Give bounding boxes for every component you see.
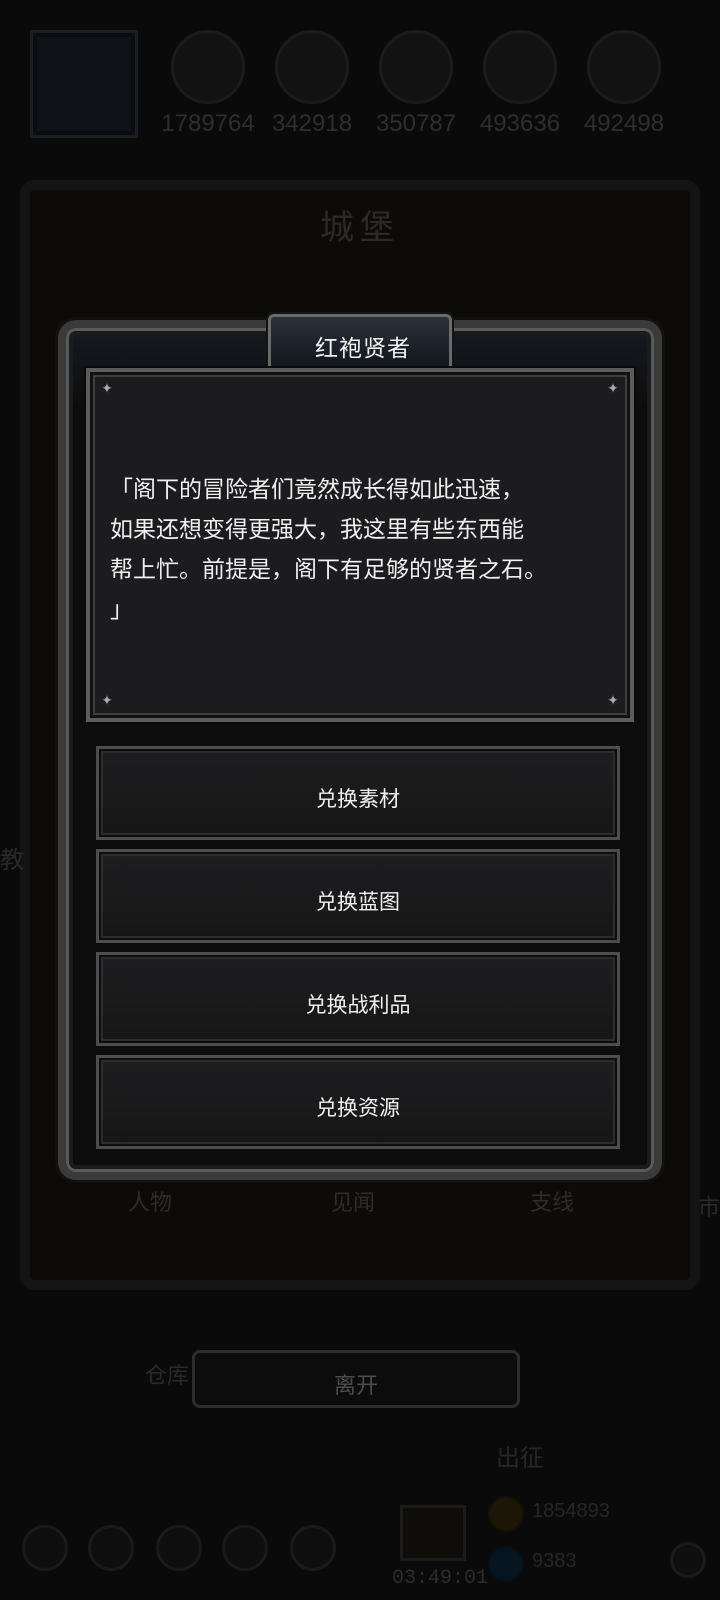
warehouse-label: 仓库 bbox=[145, 1364, 190, 1389]
gold-coin-icon bbox=[488, 1496, 524, 1532]
side-label-left: 教 bbox=[0, 846, 24, 874]
expedition-button[interactable]: 出征 bbox=[496, 1438, 544, 1473]
exchange-materials-button[interactable]: 兑换素材 bbox=[96, 746, 620, 840]
tab-characters[interactable]: 人物 bbox=[70, 1185, 230, 1217]
corner-star-icon: ✦ bbox=[101, 381, 113, 397]
gift-timer: 03:49:01 bbox=[392, 1567, 489, 1590]
npc-dialog: 红袍贤者 ✦ ✦ ✦ ✦ 「阁下的冒险者们竟然成长得如此迅速， 如果还想变得更强… bbox=[58, 314, 662, 1180]
bottom-nav bbox=[0, 1505, 720, 1595]
resource-value: 350787 bbox=[375, 110, 457, 137]
side-label-right: 市 bbox=[697, 1196, 720, 1221]
castle-tabs: 人物 见闻 支线 bbox=[60, 1185, 660, 1235]
resource-value: 1789764 bbox=[161, 110, 255, 137]
meat-icon bbox=[171, 30, 245, 104]
resource-value: 492498 bbox=[583, 110, 665, 137]
leave-label: 离开 bbox=[333, 1374, 378, 1399]
exchange-loot-button[interactable]: 兑换战利品 bbox=[96, 952, 620, 1046]
resource-wood: 342918 bbox=[262, 30, 362, 140]
corner-star-icon: ✦ bbox=[101, 693, 113, 709]
wood-icon bbox=[275, 30, 349, 104]
cloth-icon bbox=[587, 30, 661, 104]
exchange-resources-button[interactable]: 兑换资源 bbox=[96, 1055, 620, 1149]
npc-speech-text: 「阁下的冒险者们竟然成长得如此迅速， 如果还想变得更强大，我这里有些东西能 帮上… bbox=[110, 477, 547, 623]
gem-icon bbox=[488, 1546, 524, 1582]
nav-icon[interactable] bbox=[222, 1525, 268, 1571]
castle-title: 城堡 bbox=[320, 208, 400, 248]
option-label: 兑换蓝图 bbox=[316, 890, 400, 914]
option-label: 兑换素材 bbox=[316, 787, 400, 811]
player-portrait bbox=[30, 30, 138, 138]
corner-star-icon: ✦ bbox=[607, 381, 619, 397]
iron-icon bbox=[379, 30, 453, 104]
resource-iron: 350787 bbox=[366, 30, 466, 140]
dialog-title-plate: 红袍贤者 bbox=[268, 314, 452, 372]
resource-value: 493636 bbox=[479, 110, 561, 137]
speech-box: ✦ ✦ ✦ ✦ 「阁下的冒险者们竟然成长得如此迅速， 如果还想变得更强大，我这里… bbox=[86, 368, 634, 722]
gem-value: 9383 bbox=[532, 1550, 577, 1572]
nav-icon[interactable] bbox=[156, 1525, 202, 1571]
resource-meat: 1789764 bbox=[158, 30, 258, 140]
resource-cloth: 492498 bbox=[574, 30, 674, 140]
nav-icon[interactable] bbox=[290, 1525, 336, 1571]
crystal-icon bbox=[483, 30, 557, 104]
gift-icon[interactable] bbox=[400, 1505, 466, 1561]
tab-side-quests[interactable]: 支线 bbox=[472, 1185, 632, 1217]
corner-star-icon: ✦ bbox=[607, 693, 619, 709]
resource-value: 342918 bbox=[271, 110, 353, 137]
dialog-title: 红袍贤者 bbox=[315, 336, 411, 362]
add-currency-button[interactable] bbox=[670, 1542, 706, 1578]
leave-button[interactable]: 离开 bbox=[192, 1350, 520, 1408]
exchange-blueprints-button[interactable]: 兑换蓝图 bbox=[96, 849, 620, 943]
resource-crystal: 493636 bbox=[470, 30, 570, 140]
tab-stories[interactable]: 见闻 bbox=[273, 1185, 433, 1217]
gold-value: 1854893 bbox=[532, 1500, 610, 1522]
nav-icon[interactable] bbox=[88, 1525, 134, 1571]
option-label: 兑换资源 bbox=[316, 1096, 400, 1120]
nav-icon[interactable] bbox=[22, 1525, 68, 1571]
option-label: 兑换战利品 bbox=[305, 993, 411, 1017]
